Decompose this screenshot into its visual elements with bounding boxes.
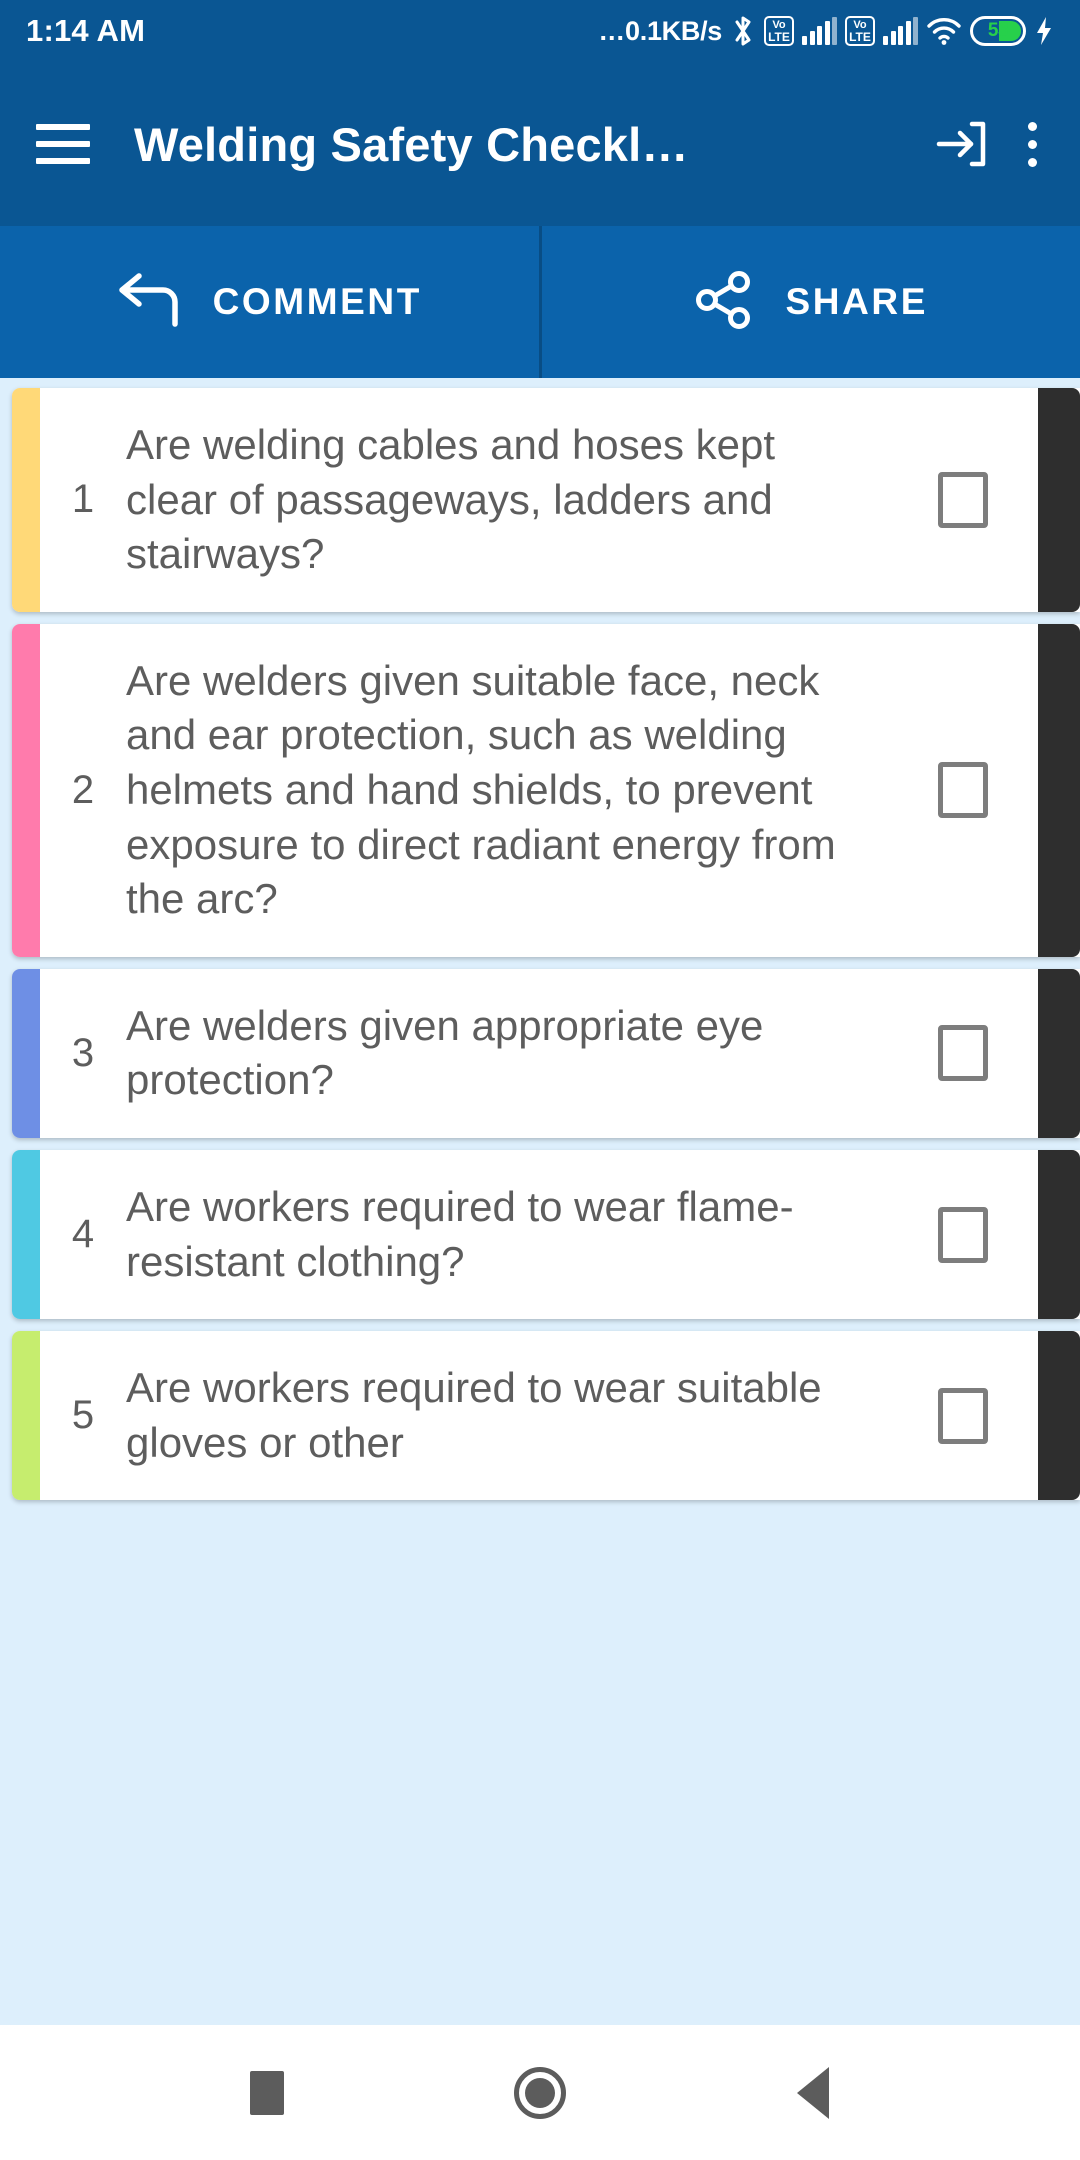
checklist-item: 2 Are welders given suitable face, neck a… (0, 623, 1080, 957)
question-checkbox[interactable] (938, 1387, 988, 1444)
volte-label-bottom-2: LTE (849, 29, 871, 44)
card-color-stripe (12, 1331, 40, 1501)
checklist-item: 4 Are workers required to wear flame-resi… (0, 1149, 1080, 1320)
checklist-item: 5 Are workers required to wear suitable g… (0, 1331, 1080, 1501)
card-body: 2 Are welders given suitable face, neck a… (40, 623, 1038, 957)
battery-icon: 53 (970, 16, 1026, 46)
checklist-card[interactable]: 5 Are workers required to wear suitable g… (12, 1331, 1080, 1501)
question-text: Are welders given suitable face, neck an… (126, 656, 836, 923)
app-root: 1:14 AM ...0.1KB/s Vo LTE Vo LTE 53 Weld… (0, 0, 1080, 2160)
signal-bars-sim2 (883, 16, 918, 45)
question-checkbox[interactable] (938, 762, 988, 819)
card-color-stripe (12, 1149, 40, 1320)
app-toolbar: Welding Safety Checkl… (0, 62, 1080, 226)
status-clock: 1:14 AM (26, 13, 146, 48)
speed-dots: ... (599, 15, 626, 46)
speed-value: 0.1KB/s (625, 15, 722, 46)
card-color-stripe (12, 388, 40, 612)
question-checkbox-cell (888, 1206, 1038, 1263)
question-number: 5 (71, 1393, 95, 1438)
question-checkbox-cell (888, 1387, 1038, 1444)
system-nav-bar (0, 2025, 1080, 2160)
card-body: 1 Are welding cables and hoses kept clear… (40, 388, 1038, 612)
bluetooth-icon (730, 15, 756, 47)
volte-label-top: Vo (772, 18, 786, 31)
checklist-scroll-area[interactable]: 1 Are welding cables and hoses kept clear… (0, 378, 1080, 2025)
question-checkbox[interactable] (938, 471, 988, 528)
volte-label-top-2: Vo (853, 18, 867, 31)
hamburger-menu-icon[interactable] (30, 114, 96, 174)
card-right-edge (1038, 388, 1080, 612)
checklist-items: 1 Are welding cables and hoses kept clear… (0, 388, 1080, 1501)
network-speed-indicator: ...0.1KB/s (599, 15, 723, 47)
share-button[interactable]: SHARE (542, 226, 1080, 378)
volte-label-bottom: LTE (768, 29, 790, 44)
share-label: SHARE (785, 281, 929, 322)
volte-icon-sim1: Vo LTE (764, 16, 794, 46)
card-color-stripe (12, 623, 40, 957)
card-right-edge (1038, 623, 1080, 957)
card-right-edge (1038, 968, 1080, 1138)
comment-button[interactable]: COMMENT (0, 226, 539, 378)
page-title: Welding Safety Checkl… (134, 117, 689, 171)
action-bar: COMMENT SHARE (0, 226, 1080, 378)
login-arrow-icon[interactable] (928, 111, 994, 177)
question-text: Are workers required to wear flame-resis… (126, 1182, 794, 1285)
question-number: 2 (71, 767, 95, 812)
card-right-edge (1038, 1149, 1080, 1320)
card-body: 4 Are workers required to wear flame-resi… (40, 1149, 1038, 1320)
question-checkbox-cell (888, 762, 1038, 819)
question-checkbox-cell (888, 1025, 1038, 1082)
card-color-stripe (12, 968, 40, 1138)
share-nodes-icon (693, 269, 755, 336)
card-body: 3 Are welders given appropriate eye prote… (40, 968, 1038, 1138)
checklist-card[interactable]: 2 Are welders given suitable face, neck a… (12, 623, 1080, 957)
question-number: 4 (71, 1212, 95, 1257)
checklist-item: 1 Are welding cables and hoses kept clear… (0, 388, 1080, 612)
card-body: 5 Are workers required to wear suitable g… (40, 1331, 1038, 1501)
status-bar: 1:14 AM ...0.1KB/s Vo LTE Vo LTE 53 (0, 0, 1080, 62)
reply-arrow-icon (117, 270, 183, 335)
card-right-edge (1038, 1331, 1080, 1501)
question-number: 3 (71, 1030, 95, 1075)
comment-label: COMMENT (212, 281, 422, 322)
checklist-card[interactable]: 1 Are welding cables and hoses kept clear… (12, 388, 1080, 612)
checklist-card[interactable]: 3 Are welders given appropriate eye prote… (12, 968, 1080, 1138)
question-text: Are welders given appropriate eye protec… (126, 1001, 764, 1104)
recents-square-icon[interactable] (207, 2033, 327, 2153)
charging-bolt-icon (1034, 15, 1054, 47)
question-checkbox[interactable] (938, 1206, 988, 1263)
back-triangle-icon[interactable] (753, 2033, 873, 2153)
checklist-card[interactable]: 4 Are workers required to wear flame-resi… (12, 1149, 1080, 1320)
question-text: Are workers required to wear suitable gl… (126, 1364, 822, 1466)
checklist-item: 3 Are welders given appropriate eye prote… (0, 968, 1080, 1138)
home-circle-icon[interactable] (480, 2033, 600, 2153)
question-text: Are welding cables and hoses kept clear … (126, 421, 776, 578)
volte-icon-sim2: Vo LTE (845, 16, 875, 46)
wifi-icon (926, 16, 962, 46)
battery-level: 53 (987, 20, 1009, 41)
signal-bars-sim1 (802, 16, 837, 45)
question-checkbox[interactable] (938, 1025, 988, 1082)
status-icons: ...0.1KB/s Vo LTE Vo LTE 53 (600, 15, 1054, 47)
question-number: 1 (71, 477, 95, 522)
question-checkbox-cell (888, 471, 1038, 528)
more-vertical-icon[interactable] (1020, 111, 1044, 177)
